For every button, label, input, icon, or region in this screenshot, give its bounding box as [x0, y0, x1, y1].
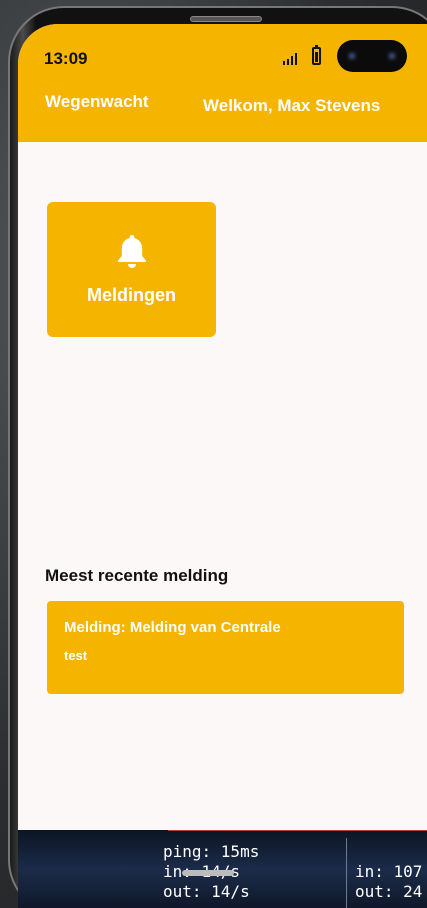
stats-right: in: 107 out: 24	[355, 862, 422, 902]
app-screen: 13:09 Wegenwacht Welkom, Max Stevens Mel…	[18, 24, 427, 908]
camera-cutout	[337, 40, 407, 72]
stat-in-right: in: 107	[355, 862, 423, 881]
app-title: Wegenwacht	[45, 92, 149, 111]
notifications-tile[interactable]: Meldingen	[47, 202, 216, 337]
overlay-line	[168, 830, 427, 831]
camera-icon	[346, 50, 358, 62]
home-indicator[interactable]	[182, 870, 234, 876]
stat-out-right: out: 24	[355, 882, 423, 901]
speaker-grille	[190, 16, 262, 22]
overlay-divider	[346, 838, 347, 908]
stat-out: out: 14/s	[163, 882, 250, 901]
battery-icon	[312, 45, 321, 65]
recent-notification-card[interactable]: Melding: Melding van Centrale test	[47, 601, 404, 694]
status-time: 13:09	[44, 49, 88, 68]
debug-overlay: ping: 15msin: 14/sout: 14/s in: 107out: …	[18, 830, 427, 908]
welcome-text: Welkom, Max Stevens	[203, 96, 381, 115]
sensor-icon	[386, 50, 398, 62]
notification-body: test	[64, 648, 88, 663]
bell-icon	[117, 235, 146, 268]
notifications-tile-label: Meldingen	[87, 285, 176, 305]
signal-icon	[283, 52, 301, 65]
recent-section-title: Meest recente melding	[45, 566, 229, 585]
stat-ping: ping: 15ms	[163, 842, 260, 861]
notification-title: Melding: Melding van Centrale	[64, 619, 281, 636]
app-bar: 13:09 Wegenwacht Welkom, Max Stevens	[18, 24, 427, 142]
